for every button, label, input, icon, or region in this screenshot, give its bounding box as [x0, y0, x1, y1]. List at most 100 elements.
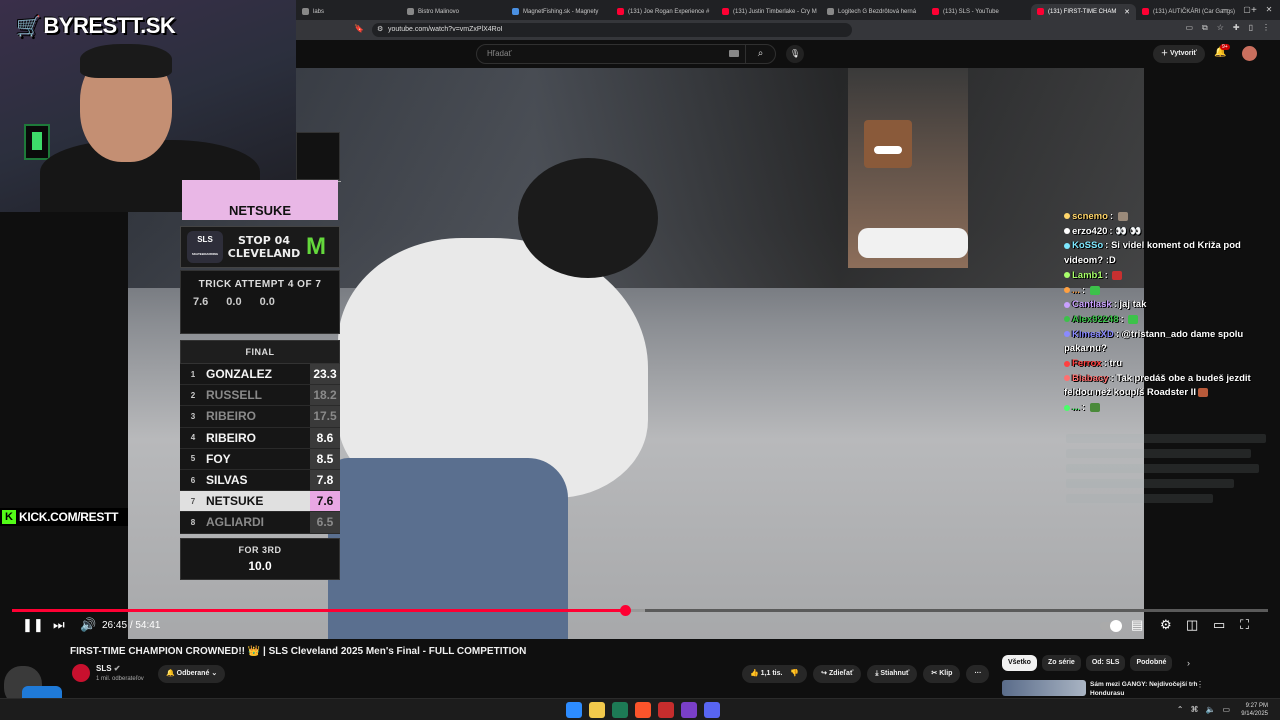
tab-label: Logitech G Bezdrôtová herná [838, 8, 917, 15]
browser-tab[interactable]: (131) Joe Rogan Experience # [611, 4, 716, 20]
browser-tab[interactable]: (131) Justin Timberlake - Cry M [716, 4, 821, 20]
clip-button[interactable]: ✂ Klip [923, 665, 961, 683]
subscribed-label: Odberané [176, 670, 210, 677]
standing-score: 23.3 [310, 364, 340, 385]
battery-icon[interactable]: ▭ [1222, 705, 1230, 714]
download-button[interactable]: ⤓ Stiahnuť [867, 665, 918, 683]
browser-tab[interactable]: (131) SLS - YouTube [926, 4, 1031, 20]
thumbs-down-icon[interactable]: 👎 [790, 670, 799, 677]
pause-icon[interactable]: ❚❚ [22, 617, 44, 633]
chat-message: Biabacy: Tak predáš obe a budeš jezdit f… [1064, 372, 1280, 401]
chevron-down-icon: ⌄ [211, 670, 218, 677]
standing-row: 5 FOY 8.5 [180, 448, 340, 470]
download-label: Stiahnuť [880, 670, 910, 677]
next-icon[interactable]: ⏭ [53, 617, 65, 633]
progress-bar[interactable] [12, 605, 1268, 616]
chat-message: KoSSo: Si videl koment od Križa pod vide… [1064, 239, 1280, 268]
browser-tab[interactable]: MagnetFishing.sk - Magnety [506, 4, 611, 20]
like-button[interactable]: 👍 1,1 tis. 👎 [742, 665, 808, 683]
site-info-icon[interactable]: ⚙ [377, 23, 383, 37]
search-icon[interactable]: ⌕ [745, 45, 775, 63]
subtitles-icon[interactable]: ▤ [1131, 617, 1143, 633]
filter-chip[interactable]: Zo série [1041, 655, 1081, 671]
clock-time: 9:27 PM [1245, 703, 1268, 709]
standing-name: RUSSELL [206, 388, 263, 403]
brave-browser-icon[interactable] [635, 702, 651, 718]
meme-emote-overlay [864, 120, 912, 168]
recommended-title[interactable]: Sám mezi GANGY: Nejdivočejší trh Hondura… [1090, 680, 1200, 698]
browser-tab[interactable]: Logitech G Bezdrôtová herná [821, 4, 926, 20]
recommended-thumbnail[interactable] [1002, 680, 1086, 696]
discord-icon[interactable] [704, 702, 720, 718]
screencast-icon[interactable]: ▭ [1185, 23, 1193, 33]
minimize-icon[interactable]: ─ [1214, 0, 1236, 20]
chat-message: Lamb1: [1064, 269, 1280, 284]
standing-rank: 6 [190, 475, 196, 485]
chat-badge-icon [1064, 404, 1070, 411]
filter-chip[interactable]: Podobné [1130, 655, 1173, 671]
extension-icon[interactable]: ✚ [1233, 23, 1240, 33]
volume-icon[interactable]: 🔊 [80, 617, 96, 633]
close-window-icon[interactable]: ✕ [1258, 0, 1280, 20]
channel-avatar[interactable] [72, 664, 90, 682]
standing-score: 18.2 [310, 385, 340, 406]
recommended-menu-icon[interactable]: ⋮ [1196, 680, 1204, 689]
standing-rank: 3 [190, 411, 196, 421]
account-avatar[interactable] [1242, 46, 1257, 61]
settings-icon[interactable]: ⚙ [1160, 617, 1172, 633]
create-button[interactable]: ＋ Vytvoriť [1153, 45, 1205, 63]
chat-separator: : [1109, 211, 1116, 222]
search-input[interactable]: Hľadať ⌕ [476, 44, 776, 64]
close-tab-icon[interactable]: ✕ [1124, 8, 1130, 16]
windows-start-icon[interactable] [566, 702, 582, 718]
app-icon[interactable] [658, 702, 674, 718]
channel-name[interactable]: SLS ✔ [96, 664, 121, 673]
filter-chip[interactable]: Všetko [1002, 655, 1037, 671]
standing-score: 6.5 [310, 512, 340, 533]
autoplay-toggle[interactable] [1100, 620, 1122, 632]
chat-username: KlmeaXD [1072, 328, 1114, 340]
sls-logo-sub: SKATEBOARDING [191, 252, 219, 256]
scissors-icon: ✂ [931, 670, 938, 677]
url-field[interactable]: ⚙ youtube.com/watch?v=vmZxPlX4RoI [372, 23, 852, 37]
chat-username: Ferrox [1072, 358, 1102, 370]
filter-chip[interactable]: Od: SLS [1085, 655, 1126, 671]
subscribed-button[interactable]: 🔔 Odberané ⌄ [158, 665, 226, 683]
maximize-icon[interactable]: ▢ [1236, 0, 1258, 20]
browser-tab[interactable]: (131) FIRST-TIME CHAM ✕ [1031, 3, 1136, 20]
miniplayer-icon[interactable]: ◫ [1186, 617, 1198, 633]
fullscreen-icon[interactable]: ⛶ [1240, 617, 1249, 633]
obs-icon[interactable] [681, 702, 697, 718]
tab-label: (131) FIRST-TIME CHAM [1048, 8, 1117, 15]
more-actions-button[interactable]: ··· [966, 665, 990, 683]
for-third-value: 10.0 [248, 559, 272, 573]
duration: 54:41 [135, 620, 161, 631]
theater-mode-icon[interactable]: ▭ [1213, 617, 1225, 633]
sidebar-icon[interactable]: ▯ [1249, 23, 1253, 33]
standing-row: 4 RIBEIRO 8.6 [180, 427, 340, 449]
trick-score: 0.0 [226, 296, 242, 308]
browser-tab[interactable]: labs [296, 4, 401, 20]
speaker-icon[interactable]: 🔈 [1205, 705, 1215, 714]
share-button[interactable]: ↪ Zdieľať [813, 665, 862, 683]
clock[interactable]: 9:27 PM 9/14/2025 [1241, 702, 1268, 718]
star-icon[interactable]: ☆ [1217, 23, 1224, 33]
stream-chat-overlay: scnemo: erzo420: 👀 👀 KoSSo: Si videl kome… [1064, 210, 1280, 430]
install-icon[interactable]: ⧉ [1202, 23, 1208, 33]
scoreboard-overlay: NETSUKE SLS SKATEBOARDING STOP 04 CLEVELAN… [180, 132, 340, 580]
microphone-icon[interactable]: 🎙 [786, 45, 804, 63]
keyboard-icon[interactable] [729, 50, 739, 57]
faded-chat-history [1066, 434, 1276, 514]
chevron-right-icon[interactable]: › [1187, 658, 1190, 668]
menu-icon[interactable]: ⋮ [1262, 23, 1270, 33]
chat-username: Biabacy [1072, 372, 1109, 384]
browser-tab[interactable]: Bistro Malinovo [401, 4, 506, 20]
terminal-icon[interactable] [612, 702, 628, 718]
chat-emote-icon [1112, 270, 1123, 280]
streamer-hair [80, 44, 172, 78]
tray-chevron-icon[interactable]: ⌃ [1177, 705, 1184, 714]
bookmark-icon[interactable]: 🔖 [354, 24, 364, 33]
bell-icon[interactable]: 🔔 9+ [1214, 44, 1230, 58]
file-explorer-icon[interactable] [589, 702, 605, 718]
network-icon[interactable]: ⌘ [1190, 705, 1198, 714]
